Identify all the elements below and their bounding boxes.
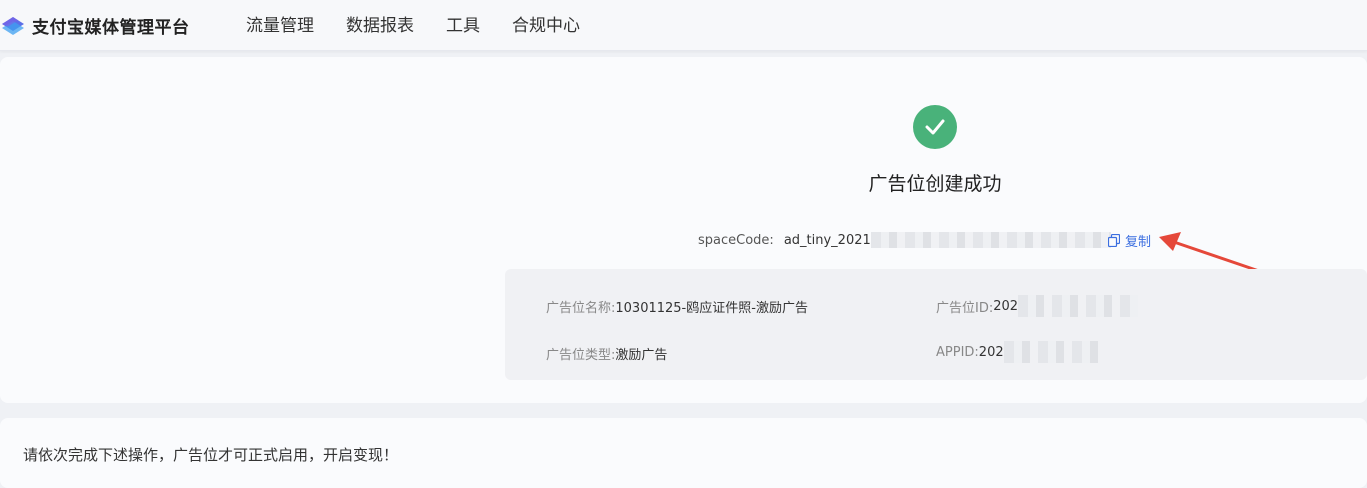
ad-type-value: 激励广告 xyxy=(615,348,668,363)
notice-card: 请依次完成下述操作，广告位才可正式启用，开启变现！ xyxy=(0,418,1367,488)
copy-label: 复制 xyxy=(1125,234,1152,250)
nav-item-traffic[interactable]: 流量管理 xyxy=(246,11,314,36)
ad-type-row: 广告位类型: 激励广告 xyxy=(546,344,667,363)
brand-logo-icon xyxy=(2,17,24,35)
space-code-row: spaceCode: ad_tiny_2021 xyxy=(698,230,1111,250)
annotation-arrow-icon xyxy=(1159,232,1261,273)
appid-value: 202 xyxy=(978,344,1004,360)
redacted-block xyxy=(870,232,1111,248)
ad-id-row: 广告位ID: 202 xyxy=(936,295,1139,317)
notice-text: 请依次完成下述操作，广告位才可正式启用，开启变现！ xyxy=(23,446,399,464)
nav-item-compliance[interactable]: 合规中心 xyxy=(512,11,580,36)
appid-row: APPID: 202 xyxy=(936,341,1104,363)
ad-id-value: 202 xyxy=(993,298,1019,314)
top-navigation-bar: 支付宝媒体管理平台 流量管理 数据报表 工具 合规中心 xyxy=(0,0,1367,51)
ad-name-label: 广告位名称: xyxy=(546,301,616,316)
space-code-label: spaceCode: xyxy=(698,232,774,248)
ad-info-box: 广告位名称: 10301125-鸥应证件照-激励广告 广告位ID: 202 广告… xyxy=(505,269,1367,380)
redacted-block xyxy=(1003,341,1104,363)
result-card: 广告位创建成功 spaceCode: ad_tiny_2021 复制 广告位名称… xyxy=(0,57,1367,403)
ad-name-value: 10301125-鸥应证件照-激励广告 xyxy=(615,301,808,316)
ad-type-label: 广告位类型: xyxy=(546,348,616,363)
copy-icon xyxy=(1108,233,1120,247)
space-code-value: ad_tiny_2021 xyxy=(783,232,871,248)
main-nav: 流量管理 数据报表 工具 合规中心 xyxy=(246,0,612,46)
copy-button[interactable]: 复制 xyxy=(1108,230,1151,250)
success-title: 广告位创建成功 xyxy=(868,173,1002,195)
nav-item-reports[interactable]: 数据报表 xyxy=(346,11,414,36)
brand-name: 支付宝媒体管理平台 xyxy=(32,17,190,38)
brand[interactable]: 支付宝媒体管理平台 xyxy=(0,0,190,50)
appid-label: APPID: xyxy=(936,344,979,360)
nav-item-tools[interactable]: 工具 xyxy=(446,11,480,36)
ad-name-row: 广告位名称: 10301125-鸥应证件照-激励广告 xyxy=(546,297,808,316)
redacted-block xyxy=(1018,295,1139,317)
check-circle-icon xyxy=(913,105,957,149)
ad-id-label: 广告位ID: xyxy=(936,300,994,316)
